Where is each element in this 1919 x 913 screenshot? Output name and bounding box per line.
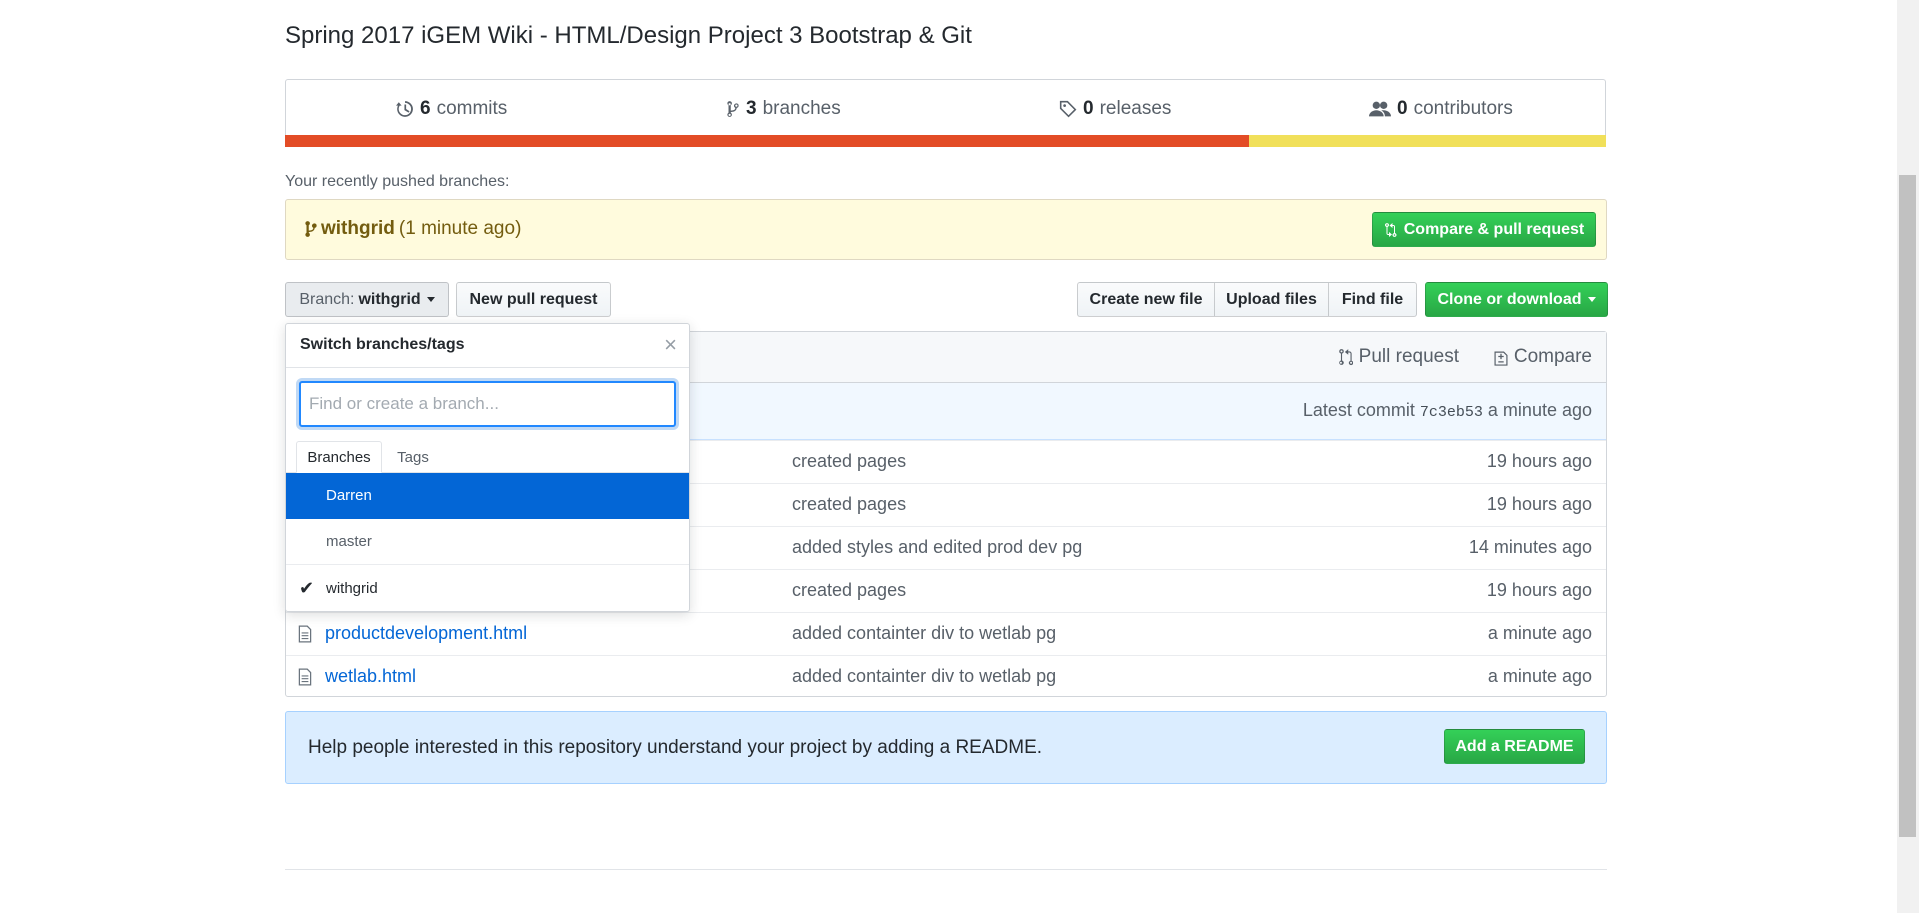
branch-select-button[interactable]: Branch: withgrid — [285, 282, 449, 317]
commit-age: a minute ago — [1487, 666, 1592, 686]
current-branch-name: withgrid — [358, 290, 421, 308]
compare-link[interactable]: Compare — [1494, 346, 1592, 368]
commit-age: 19 hours ago — [1486, 494, 1592, 514]
file-row: wetlab.html added containter div to wetla… — [286, 655, 1606, 699]
branch-switcher-dropdown: Switch branches/tags × Branches Tags Dar… — [285, 323, 690, 612]
releases-link[interactable]: 0 releases — [1059, 98, 1171, 120]
commit-age: 19 hours ago — [1486, 580, 1592, 600]
recent-branch-name[interactable]: withgrid — [321, 218, 395, 240]
clone-download-button[interactable]: Clone or download — [1425, 282, 1608, 317]
branch-icon — [727, 101, 739, 117]
language-segment — [1249, 135, 1606, 147]
new-pull-request-button[interactable]: New pull request — [456, 282, 611, 317]
commit-message-link[interactable]: added containter div to wetlab pg — [792, 623, 1056, 644]
recent-branch-time: (1 minute ago) — [398, 218, 522, 239]
pull-request-link[interactable]: Pull request — [1338, 346, 1459, 368]
branches-count: 3 — [746, 98, 757, 119]
commit-age: 19 hours ago — [1486, 451, 1592, 471]
latest-commit-info: Latest commit 7c3eb53 a minute ago — [1303, 400, 1592, 421]
upload-files-button[interactable]: Upload files — [1214, 282, 1329, 317]
branch-option-label: master — [326, 533, 372, 550]
caret-down-icon — [1587, 297, 1596, 302]
commit-message-link[interactable]: created pages — [792, 494, 906, 515]
branch-filter-input[interactable] — [299, 381, 676, 427]
file-name-link[interactable]: productdevelopment.html — [325, 623, 527, 644]
dropdown-title: Switch branches/tags — [300, 336, 465, 353]
diff-icon — [1494, 351, 1508, 366]
check-icon: ✔ — [299, 578, 315, 598]
commit-message-link[interactable]: added containter div to wetlab pg — [792, 666, 1056, 687]
recent-branch-info: withgrid (1 minute ago) — [305, 218, 521, 240]
branch-option[interactable]: Darren — [286, 473, 689, 519]
add-readme-button[interactable]: Add a README — [1444, 729, 1585, 764]
find-file-button[interactable]: Find file — [1328, 282, 1417, 317]
commit-time: a minute ago — [1487, 400, 1592, 420]
commits-label: commits — [436, 98, 508, 119]
branches-label: branches — [762, 98, 841, 119]
people-icon — [1369, 101, 1391, 117]
latest-commit-label: Latest commit — [1302, 400, 1415, 420]
releases-label: releases — [1099, 98, 1172, 119]
commit-message-link[interactable]: created pages — [792, 451, 906, 472]
compare-label: Compare — [1513, 346, 1592, 367]
tab-branches[interactable]: Branches — [296, 441, 382, 473]
commit-age: 14 minutes ago — [1468, 537, 1592, 557]
language-segment — [285, 135, 1250, 147]
dropdown-divider — [286, 367, 689, 368]
branch-prefix: Branch: — [299, 290, 355, 308]
file-icon — [298, 625, 312, 643]
contributors-label: contributors — [1413, 98, 1513, 119]
commits-count: 6 — [420, 98, 431, 119]
pull-request-label: Pull request — [1358, 346, 1459, 367]
git-pull-request-icon — [1338, 349, 1353, 366]
contributors-count: 0 — [1397, 98, 1408, 119]
commit-sha-link[interactable]: 7c3eb53 — [1420, 404, 1483, 421]
compare-pull-request-label: Compare & pull request — [1403, 220, 1585, 238]
branch-icon — [305, 221, 317, 237]
repo-description: Spring 2017 iGEM Wiki - HTML/Design Proj… — [285, 22, 972, 49]
recent-branches-label: Your recently pushed branches: — [285, 173, 510, 190]
compare-pull-request-button[interactable]: Compare & pull request — [1372, 212, 1596, 247]
commit-message-link[interactable]: added styles and edited prod dev pg — [792, 537, 1082, 558]
branch-option-label: withgrid — [326, 580, 378, 597]
tab-tags[interactable]: Tags — [382, 441, 444, 473]
clone-download-label: Clone or download — [1437, 290, 1582, 308]
readme-prompt-text: Help people interested in this repositor… — [308, 737, 1043, 758]
commits-link[interactable]: 6 commits — [396, 98, 507, 120]
language-bar[interactable] — [285, 135, 1606, 147]
tag-icon — [1059, 100, 1077, 118]
create-new-file-button[interactable]: Create new file — [1077, 282, 1215, 317]
file-name-link[interactable]: wetlab.html — [325, 666, 416, 687]
file-row: productdevelopment.html added containter … — [286, 612, 1606, 656]
footer-divider — [285, 869, 1607, 870]
commit-age: a minute ago — [1487, 623, 1592, 643]
git-compare-icon — [1384, 222, 1397, 237]
releases-count: 0 — [1083, 98, 1094, 119]
file-icon — [298, 668, 312, 686]
branch-option-label: Darren — [326, 487, 372, 504]
page-scrollbar-thumb[interactable] — [1899, 175, 1916, 837]
branch-option[interactable]: ✔ withgrid — [286, 566, 689, 611]
commit-message-link[interactable]: created pages — [792, 580, 906, 601]
branches-link[interactable]: 3 branches — [726, 98, 841, 120]
caret-down-icon — [426, 297, 435, 302]
close-icon[interactable]: × — [664, 332, 677, 358]
history-icon — [396, 101, 413, 117]
branch-option[interactable]: master — [286, 519, 689, 565]
contributors-link[interactable]: 0 contributors — [1369, 98, 1513, 120]
